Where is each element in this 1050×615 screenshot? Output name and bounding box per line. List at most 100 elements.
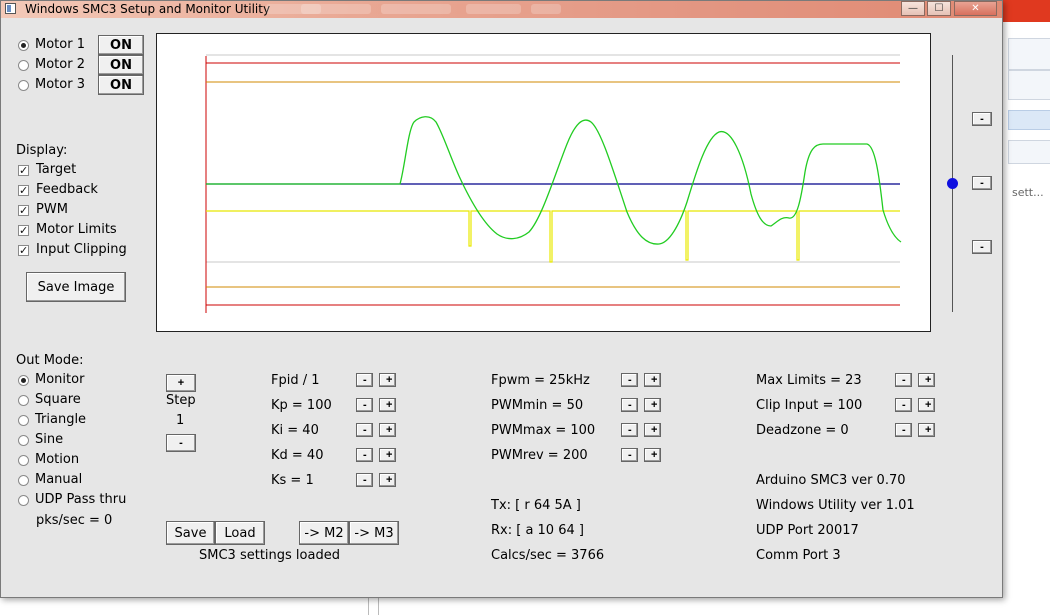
save-button[interactable]: Save [166, 521, 215, 545]
slider-button-middle[interactable]: - [972, 176, 992, 190]
clip-input-minus-button[interactable]: - [895, 398, 912, 412]
slider-button-top[interactable]: - [972, 112, 992, 126]
slider-button-bottom[interactable]: - [972, 240, 992, 254]
target-checkbox[interactable]: ✓ [18, 165, 29, 176]
deadzone-minus-button[interactable]: - [895, 423, 912, 437]
motor-1-radio[interactable] [18, 40, 29, 51]
triangle-mode-label[interactable]: Triangle [35, 412, 86, 428]
monitor-plot [156, 33, 931, 332]
feedback-label[interactable]: Feedback [36, 182, 98, 198]
motor-limits-checkbox[interactable]: ✓ [18, 225, 29, 236]
square-mode-label[interactable]: Square [35, 392, 81, 408]
smc3-window: Windows SMC3 Setup and Monitor Utility —… [0, 0, 1003, 598]
pwmmin-plus-button[interactable]: + [644, 398, 661, 412]
title-bar-ghost [381, 4, 451, 14]
fpid-label: Fpid / 1 [271, 373, 320, 388]
pwmrev-plus-button[interactable]: + [644, 448, 661, 462]
background-app-panel [1008, 70, 1050, 100]
deadzone-plus-button[interactable]: + [918, 423, 935, 437]
pwmrev-minus-button[interactable]: - [621, 448, 638, 462]
step-value: 1 [176, 413, 185, 428]
motor-limits-label[interactable]: Motor Limits [36, 222, 117, 238]
background-divider [378, 598, 379, 615]
udp-pass-thru-radio[interactable] [18, 495, 29, 506]
monitor-mode-radio[interactable] [18, 375, 29, 386]
fpid-plus-button[interactable]: + [379, 373, 396, 387]
ks-minus-button[interactable]: - [356, 473, 373, 487]
pwmmin-minus-button[interactable]: - [621, 398, 638, 412]
deadzone-label: Deadzone = 0 [756, 423, 849, 438]
background-app-panel [1008, 38, 1050, 70]
motor-3-radio[interactable] [18, 80, 29, 91]
window-title: Windows SMC3 Setup and Monitor Utility [25, 2, 271, 16]
motor-3-on-button[interactable]: ON [98, 75, 144, 95]
step-minus-button[interactable]: - [166, 434, 196, 452]
motion-mode-label[interactable]: Motion [35, 452, 79, 468]
motion-mode-radio[interactable] [18, 455, 29, 466]
triangle-mode-radio[interactable] [18, 415, 29, 426]
kd-minus-button[interactable]: - [356, 448, 373, 462]
kd-plus-button[interactable]: + [379, 448, 396, 462]
motor-2-radio[interactable] [18, 60, 29, 71]
vertical-slider-thumb[interactable] [947, 178, 958, 189]
kp-plus-button[interactable]: + [379, 398, 396, 412]
motor-2-label[interactable]: Motor 2 [35, 57, 85, 73]
ki-label: Ki = 40 [271, 423, 319, 438]
ki-plus-button[interactable]: + [379, 423, 396, 437]
background-app-selected-row [1008, 110, 1050, 130]
step-label: Step [166, 393, 196, 408]
close-button[interactable]: ✕ [954, 1, 997, 16]
clip-input-plus-button[interactable]: + [918, 398, 935, 412]
square-mode-radio[interactable] [18, 395, 29, 406]
background-app: sett... [1000, 0, 1050, 615]
max-limits-plus-button[interactable]: + [918, 373, 935, 387]
plot-canvas [205, 54, 902, 313]
background-app-panel [1008, 140, 1050, 164]
motor-3-label[interactable]: Motor 3 [35, 77, 85, 93]
load-button[interactable]: Load [215, 521, 265, 545]
pwm-label[interactable]: PWM [36, 202, 68, 218]
comm-port: Comm Port 3 [756, 548, 841, 563]
input-clipping-label[interactable]: Input Clipping [36, 242, 127, 258]
pwmmax-label: PWMmax = 100 [491, 423, 596, 438]
display-heading: Display: [16, 143, 68, 158]
manual-mode-radio[interactable] [18, 475, 29, 486]
kp-minus-button[interactable]: - [356, 398, 373, 412]
ks-plus-button[interactable]: + [379, 473, 396, 487]
fpwm-plus-button[interactable]: + [644, 373, 661, 387]
target-label[interactable]: Target [36, 162, 76, 178]
sine-mode-label[interactable]: Sine [35, 432, 63, 448]
sine-mode-radio[interactable] [18, 435, 29, 446]
title-bar-ghost [466, 4, 521, 14]
background-divider [368, 598, 369, 615]
udp-pass-thru-label[interactable]: UDP Pass thru [35, 492, 126, 508]
motor-1-label[interactable]: Motor 1 [35, 37, 85, 53]
fpwm-label: Fpwm = 25kHz [491, 373, 590, 388]
save-image-button[interactable]: Save Image [26, 272, 126, 302]
ki-minus-button[interactable]: - [356, 423, 373, 437]
fpid-minus-button[interactable]: - [356, 373, 373, 387]
rx-status: Rx: [ a 10 64 ] [491, 523, 584, 538]
monitor-mode-label[interactable]: Monitor [35, 372, 84, 388]
background-app-bottom [0, 598, 1050, 615]
max-limits-minus-button[interactable]: - [895, 373, 912, 387]
motor-2-on-button[interactable]: ON [98, 55, 144, 75]
motor-1-on-button[interactable]: ON [98, 35, 144, 55]
input-clipping-checkbox[interactable]: ✓ [18, 245, 29, 256]
step-plus-button[interactable]: + [166, 374, 196, 392]
feedback-checkbox[interactable]: ✓ [18, 185, 29, 196]
fpwm-minus-button[interactable]: - [621, 373, 638, 387]
pwmmax-plus-button[interactable]: + [644, 423, 661, 437]
maximize-button[interactable]: ☐ [927, 1, 951, 16]
manual-mode-label[interactable]: Manual [35, 472, 82, 488]
tx-status: Tx: [ r 64 5A ] [491, 498, 581, 513]
pwm-checkbox[interactable]: ✓ [18, 205, 29, 216]
title-bar[interactable]: Windows SMC3 Setup and Monitor Utility —… [1, 1, 1002, 18]
pwmrev-label: PWMrev = 200 [491, 448, 588, 463]
kd-label: Kd = 40 [271, 448, 324, 463]
ks-label: Ks = 1 [271, 473, 314, 488]
minimize-button[interactable]: — [901, 1, 925, 16]
copy-to-m3-button[interactable]: -> M3 [349, 521, 399, 545]
copy-to-m2-button[interactable]: -> M2 [299, 521, 349, 545]
pwmmax-minus-button[interactable]: - [621, 423, 638, 437]
